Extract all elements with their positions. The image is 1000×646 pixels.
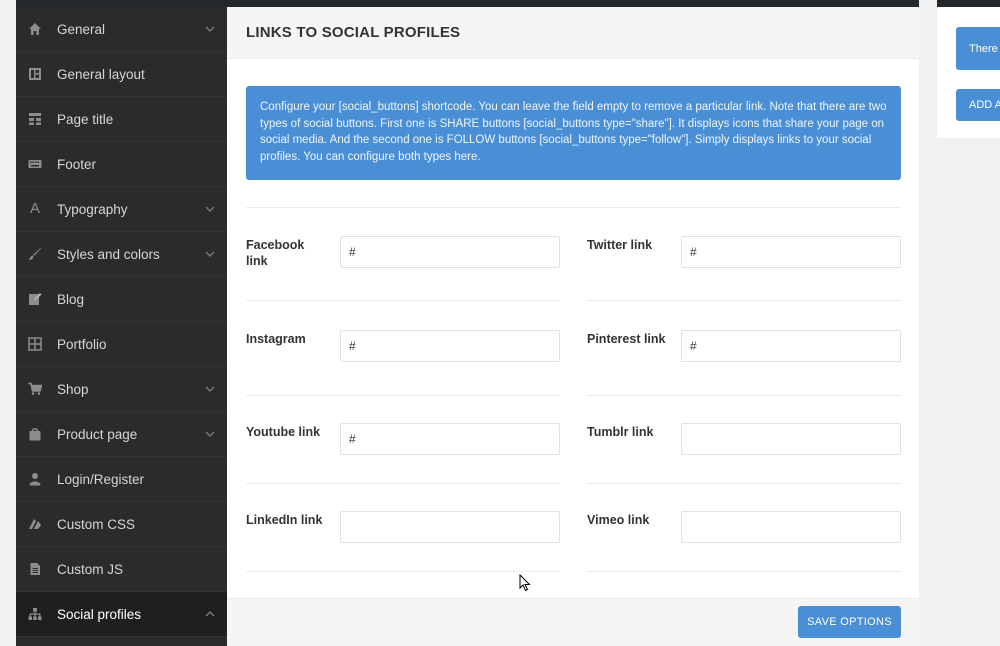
sidebar-item-label: Social profiles xyxy=(57,606,142,622)
sidebar-item-label: Styles and colors xyxy=(57,246,160,262)
sidebar-item-general[interactable]: General xyxy=(16,7,227,52)
mouse-cursor-icon xyxy=(519,574,531,592)
page-title-icon xyxy=(28,112,42,126)
sidebar-item-page-title[interactable]: Page title xyxy=(16,97,227,142)
sidebar-item-product-page[interactable]: Product page xyxy=(16,412,227,457)
chevron-down-icon xyxy=(205,386,215,393)
chevron-up-icon xyxy=(205,610,215,617)
pinterest-label: Pinterest link xyxy=(587,332,666,346)
sidebar-item-label: Custom CSS xyxy=(57,516,136,532)
right-panel: There ADD A xyxy=(937,7,1000,138)
divider xyxy=(587,300,901,301)
page-title: LINKS TO SOCIAL PROFILES xyxy=(246,24,461,41)
sitemap-icon xyxy=(28,607,42,621)
options-sidebar: General General layout Page title Footer… xyxy=(16,7,227,646)
pinterest-input[interactable] xyxy=(681,330,901,362)
brush-icon xyxy=(28,247,42,261)
sidebar-item-label: Login/Register xyxy=(57,471,145,487)
save-options-button[interactable]: SAVE OPTIONS xyxy=(798,606,901,638)
chevron-down-icon xyxy=(205,206,215,213)
vimeo-input[interactable] xyxy=(681,511,901,543)
divider xyxy=(587,483,901,484)
admin-top-bar xyxy=(16,0,919,7)
chevron-down-icon xyxy=(205,431,215,438)
file-icon xyxy=(28,562,42,576)
divider xyxy=(246,300,560,301)
tumblr-input[interactable] xyxy=(681,423,901,455)
add-button[interactable]: ADD A xyxy=(956,89,1000,121)
bag-icon xyxy=(28,427,42,441)
facebook-label: Facebook link xyxy=(246,238,305,268)
sidebar-item-label: Page title xyxy=(57,111,114,127)
divider xyxy=(246,207,901,208)
tumblr-label: Tumblr link xyxy=(587,425,654,439)
grid-icon xyxy=(28,337,42,351)
admin-top-bar-right xyxy=(937,0,1000,7)
panel-header: LINKS TO SOCIAL PROFILES xyxy=(227,7,919,59)
youtube-label: Youtube link xyxy=(246,425,321,439)
sidebar-item-label: Footer xyxy=(57,156,97,172)
divider xyxy=(246,571,560,572)
sidebar-item-label: Shop xyxy=(57,381,89,397)
sidebar-item-label: General layout xyxy=(57,66,145,82)
sidebar-item-portfolio[interactable]: Portfolio xyxy=(16,322,227,367)
divider xyxy=(587,395,901,396)
right-panel-button[interactable]: There xyxy=(956,27,1000,70)
sidebar-item-label: Product page xyxy=(57,426,138,442)
youtube-input[interactable] xyxy=(340,423,560,455)
sidebar-item-label: Custom JS xyxy=(57,561,124,577)
sidebar-item-label: General xyxy=(57,21,106,37)
sidebar-item-label: Blog xyxy=(57,291,85,307)
keyboard-icon xyxy=(28,157,42,171)
cart-icon xyxy=(28,382,43,396)
divider xyxy=(246,483,560,484)
sidebar-item-custom-css[interactable]: Custom CSS xyxy=(16,502,227,547)
chevron-down-icon xyxy=(205,26,215,33)
css-icon xyxy=(28,517,42,531)
layout-icon xyxy=(28,67,42,81)
sidebar-item-blog[interactable]: Blog xyxy=(16,277,227,322)
sidebar-item-label: Typography xyxy=(57,201,128,217)
vimeo-label: Vimeo link xyxy=(587,513,650,527)
instagram-label: Instagram xyxy=(246,332,306,346)
linkedin-input[interactable] xyxy=(340,511,560,543)
user-icon xyxy=(28,472,42,486)
divider xyxy=(246,395,560,396)
sidebar-item-general-layout[interactable]: General layout xyxy=(16,52,227,97)
sidebar-item-footer[interactable]: Footer xyxy=(16,142,227,187)
sidebar-item-login-register[interactable]: Login/Register xyxy=(16,457,227,502)
divider xyxy=(587,571,901,572)
sidebar-item-shop[interactable]: Shop xyxy=(16,367,227,412)
font-icon: A xyxy=(29,200,40,217)
sidebar-item-label: Portfolio xyxy=(57,336,107,352)
sidebar-item-typography[interactable]: A Typography xyxy=(16,187,227,232)
chevron-down-icon xyxy=(205,251,215,258)
twitter-input[interactable] xyxy=(681,236,901,268)
home-icon xyxy=(28,22,42,36)
panel-footer: SAVE OPTIONS xyxy=(227,598,919,646)
linkedin-label: LinkedIn link xyxy=(246,513,323,527)
options-panel: LINKS TO SOCIAL PROFILES Configure your … xyxy=(227,7,919,646)
instagram-input[interactable] xyxy=(340,330,560,362)
sidebar-item-styles-and-colors[interactable]: Styles and colors xyxy=(16,232,227,277)
sidebar-item-social-profiles[interactable]: Social profiles xyxy=(16,592,227,637)
edit-icon xyxy=(28,292,42,306)
sidebar-item-custom-js[interactable]: Custom JS xyxy=(16,547,227,592)
info-notice: Configure your [social_buttons] shortcod… xyxy=(246,86,901,180)
facebook-input[interactable] xyxy=(340,236,560,268)
twitter-label: Twitter link xyxy=(587,238,653,252)
